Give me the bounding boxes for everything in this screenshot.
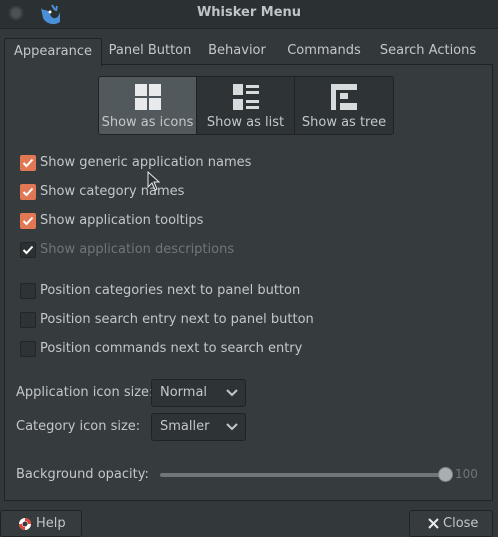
- checkbox-label: Position search entry next to panel butt…: [40, 312, 314, 327]
- tab-bar: Appearance Panel Button Behavior Command…: [4, 38, 494, 66]
- checkbox-label: Show generic application names: [40, 155, 252, 170]
- checkbox-checked[interactable]: [20, 155, 36, 171]
- checkbox-checked-disabled: [20, 242, 36, 258]
- checkbox-label: Position commands next to search entry: [40, 341, 303, 356]
- background-opacity-label: Background opacity:: [16, 467, 149, 482]
- title-bar: Whisker Menu: [0, 0, 498, 29]
- dropdown-value: Smaller: [160, 419, 210, 434]
- show-as-icons-button[interactable]: Show as icons: [99, 77, 197, 134]
- lifebuoy-icon: [19, 518, 31, 530]
- checkbox-label: Position categories next to panel button: [40, 283, 301, 298]
- grid-icon: [135, 84, 161, 110]
- category-icon-size-dropdown[interactable]: Smaller: [151, 413, 246, 441]
- tab-appearance[interactable]: Appearance: [4, 38, 102, 66]
- checkbox-unchecked[interactable]: [20, 283, 36, 299]
- checkbox-checked[interactable]: [20, 184, 36, 200]
- category-icon-size-label: Category icon size:: [16, 419, 141, 434]
- dropdown-value: Normal: [160, 385, 208, 400]
- app-icon-size-label: Application icon size:: [16, 385, 154, 400]
- view-mode-label: Show as icons: [101, 115, 194, 130]
- show-as-tree-button[interactable]: Show as tree: [295, 77, 393, 134]
- view-mode-label: Show as list: [206, 115, 285, 130]
- close-button[interactable]: Close: [409, 510, 493, 537]
- close-icon: [428, 518, 439, 529]
- tab-behavior[interactable]: Behavior: [200, 38, 274, 64]
- chevron-down-icon: [226, 389, 238, 397]
- opacity-value: 100: [455, 467, 478, 481]
- checkmark-icon: [22, 245, 34, 255]
- tab-commands[interactable]: Commands: [276, 38, 372, 64]
- help-label: Help: [36, 516, 66, 531]
- window-title: Whisker Menu: [196, 5, 302, 20]
- checkbox-unchecked[interactable]: [20, 312, 36, 328]
- opacity-slider-handle[interactable]: [438, 467, 453, 482]
- checkbox-label: Show application tooltips: [40, 213, 204, 228]
- view-mode-selector: Show as icons Show as list Show as tree: [98, 76, 394, 135]
- opacity-slider-track[interactable]: [160, 473, 448, 477]
- checkmark-icon: [22, 187, 34, 197]
- mouse-cursor-icon: [147, 171, 161, 191]
- list-icon: [233, 84, 259, 110]
- help-button[interactable]: Help: [0, 510, 82, 537]
- checkmark-icon: [22, 216, 34, 226]
- checkmark-icon: [22, 158, 34, 168]
- checkbox-checked[interactable]: [20, 213, 36, 229]
- tree-icon: [331, 84, 357, 110]
- tab-search-actions[interactable]: Search Actions: [374, 38, 482, 64]
- view-mode-label: Show as tree: [301, 115, 387, 130]
- chevron-down-icon: [226, 423, 238, 431]
- close-label: Close: [443, 516, 479, 531]
- checkbox-unchecked[interactable]: [20, 341, 36, 357]
- app-icon-size-dropdown[interactable]: Normal: [151, 379, 246, 407]
- show-as-list-button[interactable]: Show as list: [197, 77, 295, 134]
- checkbox-label: Show category names: [40, 184, 185, 199]
- checkbox-label: Show application descriptions: [40, 242, 235, 257]
- tab-panel-button[interactable]: Panel Button: [102, 38, 198, 64]
